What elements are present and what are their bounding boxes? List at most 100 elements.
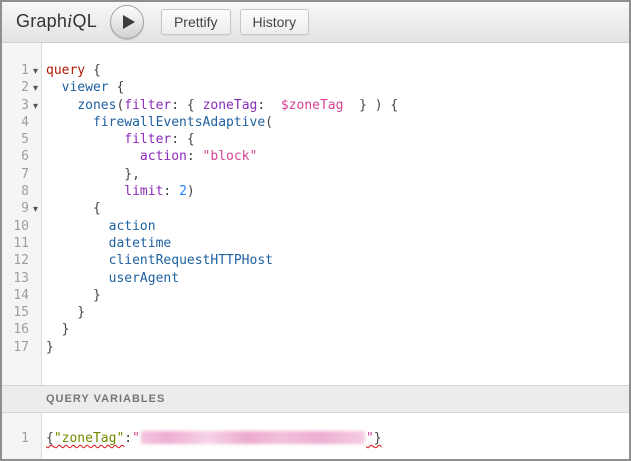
code-line: 15 } (2, 304, 629, 321)
code-token: } (46, 322, 69, 337)
code-token: : (163, 184, 179, 199)
code-lines: 1▾query {2▾ viewer {3▾ zones(filter: { z… (2, 62, 629, 356)
query-variables-header[interactable]: QUERY VARIABLES (2, 385, 629, 413)
code-line: 11 datetime (2, 235, 629, 252)
line-number: 17 (2, 339, 29, 356)
code-text[interactable]: } (42, 287, 101, 304)
code-token: : { (171, 132, 194, 147)
code-text[interactable]: datetime (42, 235, 171, 252)
code-line: 1▾query { (2, 62, 629, 79)
code-text[interactable]: {"zoneTag":""} (42, 430, 382, 447)
history-button[interactable]: History (240, 9, 310, 35)
code-token: userAgent (109, 271, 179, 286)
code-token: " (132, 431, 140, 446)
code-token (46, 219, 109, 234)
code-token: viewer (62, 80, 109, 95)
toolbar: GraphiQL Prettify History (2, 2, 629, 43)
code-line: 12 clientRequestHTTPHost (2, 252, 629, 269)
play-icon (123, 15, 135, 29)
fold-arrow-icon[interactable]: ▾ (29, 80, 42, 97)
code-line: 4 firewallEventsAdaptive( (2, 114, 629, 131)
query-editor[interactable]: 1▾query {2▾ viewer {3▾ zones(filter: { z… (2, 43, 629, 385)
variables-editor[interactable]: 1{"zoneTag":""} (2, 413, 629, 459)
code-text[interactable]: action: "block" (42, 148, 257, 165)
code-token: }, (46, 167, 140, 182)
code-token: { (109, 80, 125, 95)
code-token (46, 184, 124, 199)
code-token: " (366, 431, 374, 446)
fold-arrow-icon[interactable]: ▾ (29, 63, 42, 80)
line-number: 7 (2, 166, 29, 183)
code-token: 2 (179, 184, 187, 199)
graphiql-logo: GraphiQL (16, 11, 97, 33)
line-number: 16 (2, 321, 29, 338)
line-number: 11 (2, 235, 29, 252)
code-token (46, 149, 140, 164)
code-token: { (46, 201, 101, 216)
logo-text: QL (73, 11, 97, 31)
line-number: 2 (2, 79, 29, 96)
code-token (46, 253, 109, 268)
code-line: 17} (2, 339, 629, 356)
code-line: 2▾ viewer { (2, 79, 629, 96)
code-token (46, 271, 109, 286)
fold-arrow-icon[interactable]: ▾ (29, 98, 42, 115)
redacted-zone-tag-value (141, 431, 365, 444)
line-number: 15 (2, 304, 29, 321)
code-text[interactable]: }, (42, 166, 140, 183)
code-text[interactable]: } (42, 339, 54, 356)
code-line: 13 userAgent (2, 270, 629, 287)
code-token: } ) { (343, 98, 398, 113)
code-text[interactable]: query { (42, 62, 101, 79)
code-token: filter (124, 132, 171, 147)
code-token: ) (187, 184, 195, 199)
code-text[interactable]: { (42, 200, 101, 217)
code-line: 7 }, (2, 166, 629, 183)
code-line: 3▾ zones(filter: { zoneTag: $zoneTag } )… (2, 97, 629, 114)
code-text[interactable]: limit: 2) (42, 183, 195, 200)
code-line: 6 action: "block" (2, 148, 629, 165)
line-number: 6 (2, 148, 29, 165)
code-line: 9▾ { (2, 200, 629, 217)
code-token: action (140, 149, 187, 164)
code-token: query (46, 63, 85, 78)
code-token: : (124, 431, 132, 446)
line-number: 12 (2, 252, 29, 269)
execute-query-button[interactable] (110, 5, 144, 39)
code-text[interactable]: filter: { (42, 131, 195, 148)
code-text[interactable]: action (42, 218, 156, 235)
line-number: 1 (2, 62, 29, 79)
code-token: } (46, 305, 85, 320)
line-number: 13 (2, 270, 29, 287)
query-variables-title: QUERY VARIABLES (46, 393, 165, 405)
code-text[interactable]: userAgent (42, 270, 179, 287)
prettify-button[interactable]: Prettify (161, 9, 231, 35)
code-line: 10 action (2, 218, 629, 235)
code-text[interactable]: zones(filter: { zoneTag: $zoneTag } ) { (42, 97, 398, 114)
line-number: 1 (2, 430, 29, 447)
code-text[interactable]: } (42, 304, 85, 321)
code-text[interactable]: firewallEventsAdaptive( (42, 114, 273, 131)
code-text[interactable]: } (42, 321, 69, 338)
code-token: : { (171, 98, 202, 113)
code-token (46, 98, 77, 113)
line-number: 10 (2, 218, 29, 235)
code-line: 5 filter: { (2, 131, 629, 148)
code-text[interactable]: clientRequestHTTPHost (42, 252, 273, 269)
code-text[interactable]: viewer { (42, 79, 124, 96)
code-line: 1{"zoneTag":""} (2, 430, 629, 447)
code-token: : (257, 98, 280, 113)
variables-code-lines: 1{"zoneTag":""} (2, 430, 629, 447)
code-token: zones (77, 98, 116, 113)
code-token: { (85, 63, 101, 78)
code-token: ( (265, 115, 273, 130)
graphiql-window: GraphiQL Prettify History 1▾query {2▾ vi… (0, 0, 631, 461)
code-token: datetime (109, 236, 172, 251)
code-token: } (46, 340, 54, 355)
line-number: 5 (2, 131, 29, 148)
code-line: 8 limit: 2) (2, 183, 629, 200)
fold-arrow-icon[interactable]: ▾ (29, 201, 42, 218)
line-number: 8 (2, 183, 29, 200)
code-token: limit (124, 184, 163, 199)
code-token: } (46, 288, 101, 303)
